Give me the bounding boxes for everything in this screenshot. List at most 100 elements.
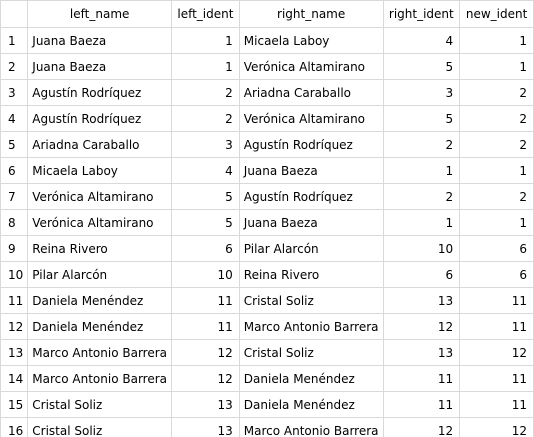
cell-right-name[interactable]: Verónica Altamirano [238, 53, 384, 80]
cell-right-name[interactable]: Juana Baeza [238, 157, 384, 184]
cell-left-ident[interactable]: 13 [171, 391, 240, 418]
cell-right-name[interactable]: Micaela Laboy [238, 27, 384, 54]
cell-new-ident[interactable]: 12 [459, 417, 534, 437]
row-number-cell[interactable]: 12 [0, 313, 29, 340]
cell-right-ident[interactable]: 13 [382, 339, 461, 366]
table-row[interactable]: 5 Ariadna Caraballo 3 Agustín Rodríquez 2 2 [0, 131, 534, 158]
cell-right-ident[interactable]: 13 [382, 287, 461, 314]
table-row[interactable]: 15 Cristal Soliz 13 Daniela Menéndez 11 11 [0, 391, 534, 418]
column-header-left-ident[interactable]: left_ident [171, 0, 240, 28]
cell-right-ident[interactable]: 12 [382, 313, 461, 340]
cell-left-name[interactable]: Daniela Menéndez [27, 313, 173, 340]
cell-left-ident[interactable]: 1 [171, 27, 240, 54]
column-header-left-name[interactable]: left_name [27, 0, 173, 28]
cell-left-ident[interactable]: 10 [171, 261, 240, 288]
cell-left-name[interactable]: Juana Baeza [27, 53, 173, 80]
row-number-cell[interactable]: 8 [0, 209, 29, 236]
table-row[interactable]: 9 Reina Rivero 6 Pilar Alarcón 10 6 [0, 235, 534, 262]
cell-right-ident[interactable]: 5 [382, 105, 461, 132]
cell-left-name[interactable]: Ariadna Caraballo [27, 131, 173, 158]
row-number-cell[interactable]: 6 [0, 157, 29, 184]
table-row[interactable]: 2 Juana Baeza 1 Verónica Altamirano 5 1 [0, 53, 534, 80]
table-row[interactable]: 8 Verónica Altamirano 5 Juana Baeza 1 1 [0, 209, 534, 236]
cell-right-name[interactable]: Cristal Soliz [238, 339, 384, 366]
row-number-cell[interactable]: 1 [0, 27, 29, 54]
cell-new-ident[interactable]: 6 [459, 261, 534, 288]
cell-right-name[interactable]: Marco Antonio Barrera [238, 313, 384, 340]
table-row[interactable]: 12 Daniela Menéndez 11 Marco Antonio Barrer… [0, 313, 534, 340]
cell-new-ident[interactable]: 2 [459, 79, 534, 106]
cell-left-name[interactable]: Pilar Alarcón [27, 261, 173, 288]
cell-left-ident[interactable]: 3 [171, 131, 240, 158]
corner-cell[interactable] [0, 0, 29, 28]
cell-left-name[interactable]: Verónica Altamirano [27, 183, 173, 210]
table-row[interactable]: 7 Verónica Altamirano 5 Agustín Rodríquez 2 2 [0, 183, 534, 210]
cell-left-name[interactable]: Daniela Menéndez [27, 287, 173, 314]
cell-right-name[interactable]: Agustín Rodríquez [238, 183, 384, 210]
cell-left-name[interactable]: Marco Antonio Barrera [27, 365, 173, 392]
cell-right-ident[interactable]: 3 [382, 79, 461, 106]
row-number-cell[interactable]: 3 [0, 79, 29, 106]
cell-new-ident[interactable]: 1 [459, 209, 534, 236]
cell-left-ident[interactable]: 5 [171, 209, 240, 236]
cell-left-ident[interactable]: 11 [171, 313, 240, 340]
cell-right-ident[interactable]: 10 [382, 235, 461, 262]
cell-new-ident[interactable]: 11 [459, 391, 534, 418]
row-number-cell[interactable]: 13 [0, 339, 29, 366]
row-number-cell[interactable]: 10 [0, 261, 29, 288]
cell-new-ident[interactable]: 1 [459, 53, 534, 80]
cell-new-ident[interactable]: 2 [459, 183, 534, 210]
cell-left-ident[interactable]: 12 [171, 339, 240, 366]
cell-new-ident[interactable]: 11 [459, 365, 534, 392]
cell-right-ident[interactable]: 6 [382, 261, 461, 288]
cell-left-name[interactable]: Marco Antonio Barrera [27, 339, 173, 366]
cell-right-name[interactable]: Cristal Soliz [238, 287, 384, 314]
table-row[interactable]: 1 Juana Baeza 1 Micaela Laboy 4 1 [0, 27, 534, 54]
cell-left-ident[interactable]: 5 [171, 183, 240, 210]
table-row[interactable]: 3 Agustín Rodríquez 2 Ariadna Caraballo 3 2 [0, 79, 534, 106]
row-number-cell[interactable]: 11 [0, 287, 29, 314]
cell-left-name[interactable]: Reina Rivero [27, 235, 173, 262]
cell-left-ident[interactable]: 13 [171, 417, 240, 437]
cell-left-name[interactable]: Juana Baeza [27, 27, 173, 54]
cell-new-ident[interactable]: 2 [459, 131, 534, 158]
cell-right-name[interactable]: Agustín Rodríquez [238, 131, 384, 158]
cell-right-name[interactable]: Ariadna Caraballo [238, 79, 384, 106]
cell-right-name[interactable]: Daniela Menéndez [238, 365, 384, 392]
table-row[interactable]: 6 Micaela Laboy 4 Juana Baeza 1 1 [0, 157, 534, 184]
cell-left-ident[interactable]: 2 [171, 105, 240, 132]
row-number-cell[interactable]: 5 [0, 131, 29, 158]
cell-right-ident[interactable]: 11 [382, 365, 461, 392]
cell-right-name[interactable]: Verónica Altamirano [238, 105, 384, 132]
cell-new-ident[interactable]: 11 [459, 287, 534, 314]
cell-new-ident[interactable]: 1 [459, 157, 534, 184]
cell-right-name[interactable]: Pilar Alarcón [238, 235, 384, 262]
cell-left-name[interactable]: Agustín Rodríquez [27, 79, 173, 106]
row-number-cell[interactable]: 7 [0, 183, 29, 210]
row-number-cell[interactable]: 9 [0, 235, 29, 262]
cell-left-ident[interactable]: 4 [171, 157, 240, 184]
cell-right-name[interactable]: Daniela Menéndez [238, 391, 384, 418]
row-number-cell[interactable]: 4 [0, 105, 29, 132]
cell-right-ident[interactable]: 1 [382, 157, 461, 184]
cell-new-ident[interactable]: 12 [459, 339, 534, 366]
column-header-right-name[interactable]: right_name [238, 0, 384, 28]
cell-right-name[interactable]: Reina Rivero [238, 261, 384, 288]
cell-right-ident[interactable]: 5 [382, 53, 461, 80]
cell-left-ident[interactable]: 2 [171, 79, 240, 106]
column-header-new-ident[interactable]: new_ident [459, 0, 534, 28]
cell-left-name[interactable]: Verónica Altamirano [27, 209, 173, 236]
table-row[interactable]: 13 Marco Antonio Barrera 12 Cristal Soliz 13… [0, 339, 534, 366]
table-row[interactable]: 4 Agustín Rodríquez 2 Verónica Altamirano 5 2 [0, 105, 534, 132]
cell-right-name[interactable]: Marco Antonio Barrera [238, 417, 384, 437]
column-header-right-ident[interactable]: right_ident [382, 0, 461, 28]
table-row[interactable]: 10 Pilar Alarcón 10 Reina Rivero 6 6 [0, 261, 534, 288]
table-row[interactable]: 14 Marco Antonio Barrera 12 Daniela Menénde… [0, 365, 534, 392]
row-number-cell[interactable]: 15 [0, 391, 29, 418]
cell-left-ident[interactable]: 11 [171, 287, 240, 314]
cell-right-ident[interactable]: 2 [382, 183, 461, 210]
row-number-cell[interactable]: 2 [0, 53, 29, 80]
cell-new-ident[interactable]: 1 [459, 27, 534, 54]
table-row[interactable]: 16 Cristal Soliz 13 Marco Antonio Barrera 12… [0, 417, 534, 437]
cell-right-ident[interactable]: 11 [382, 391, 461, 418]
